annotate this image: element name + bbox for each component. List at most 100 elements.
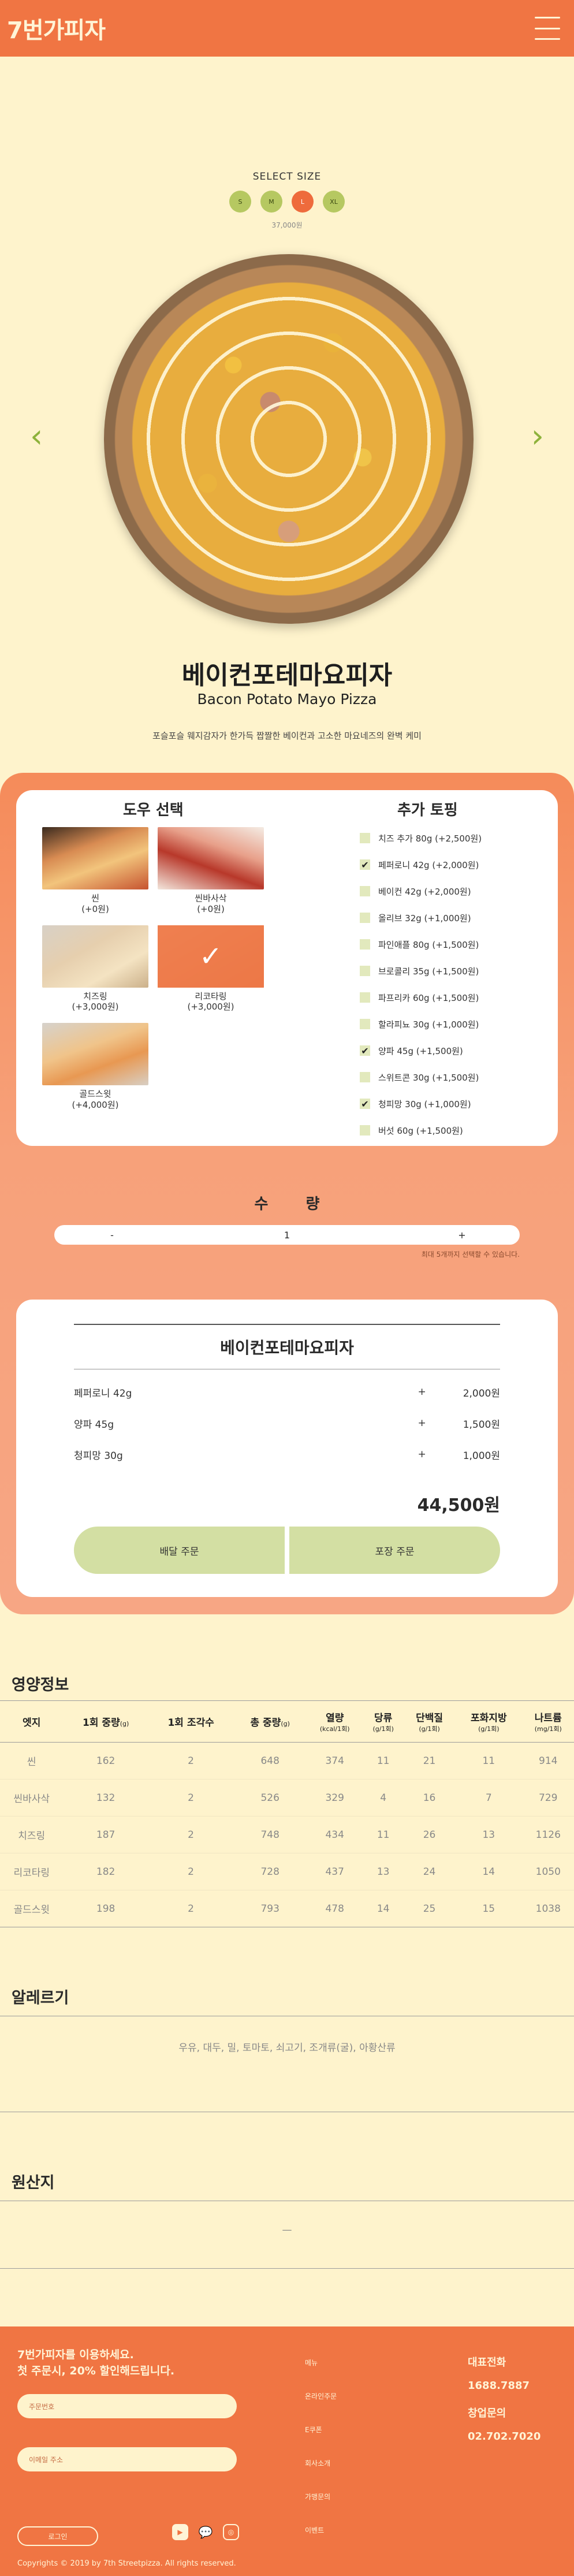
checkbox[interactable] <box>360 833 370 843</box>
topping-item[interactable]: 베이컨 42g (+2,000원) <box>360 878 482 904</box>
topping-item[interactable]: 파프리카 60g (+1,500원) <box>360 984 482 1011</box>
footer-contact: 대표전화 1688.7887 창업문의 02.702.7020 <box>468 2354 541 2456</box>
youtube-icon[interactable]: ▶ <box>172 2524 188 2540</box>
table-cell: 728 <box>233 1853 307 1890</box>
checkbox-checked[interactable]: ✔ <box>360 1099 370 1110</box>
checkbox[interactable] <box>360 1125 370 1136</box>
size-s-button[interactable]: S <box>229 191 251 213</box>
table-cell: 14 <box>455 1853 523 1890</box>
quantity-minus-button[interactable]: - <box>54 1230 170 1241</box>
summary-item-price: 2,000원 <box>463 1387 500 1399</box>
dough-label: 치즈링 <box>83 991 107 1002</box>
plus-sign: + <box>418 1449 426 1460</box>
topping-item[interactable]: ✔ 페퍼로니 42g (+2,000원) <box>360 851 482 878</box>
topping-item[interactable]: 할라피뇨 30g (+1,000원) <box>360 1011 482 1037</box>
contact-title: 대표전화 <box>468 2357 506 2369</box>
quantity-value[interactable]: 1 <box>229 1230 345 1241</box>
footer-link[interactable]: 온라인주문 <box>305 2391 337 2425</box>
quantity-title: 수 량 <box>254 1196 336 1213</box>
summary-row: 페퍼로니 42g + 2,000원 <box>74 1383 500 1401</box>
dough-image <box>158 827 264 889</box>
delivery-order-button[interactable]: 배달 주문 <box>74 1527 285 1574</box>
column-header: 1회 조각수 <box>148 1700 234 1743</box>
topping-item[interactable]: 브로콜리 35g (+1,500원) <box>360 958 482 984</box>
table-row: 씬바사삭 132 2 526 329 4 16 7 729 <box>0 1779 574 1816</box>
takeout-order-button[interactable]: 포장 주문 <box>289 1527 500 1574</box>
topping-item[interactable]: 파인애플 80g (+1,500원) <box>360 931 482 958</box>
topping-label: 브로콜리 35g (+1,500원) <box>378 966 479 977</box>
franchise-phone[interactable]: 02.702.7020 <box>468 2430 541 2456</box>
allergy-text: 우유, 대두, 밀, 토마토, 쇠고기, 조개류(굴), 아황산류 <box>0 2016 574 2112</box>
table-cell: 24 <box>404 1853 456 1890</box>
table-cell: 648 <box>233 1742 307 1780</box>
login-button[interactable]: 로그인 <box>17 2526 98 2546</box>
topping-label: 치즈 추가 80g (+2,500원) <box>378 833 482 844</box>
dough-title: 도우 선택 <box>123 802 184 819</box>
checkbox-checked[interactable]: ✔ <box>360 1045 370 1056</box>
checkbox[interactable] <box>360 913 370 923</box>
chat-icon[interactable]: 💬 <box>197 2524 214 2540</box>
checkbox[interactable] <box>360 966 370 976</box>
dough-label: 리코타링 <box>195 991 227 1002</box>
summary-title: 베이컨포테마요피자 <box>74 1324 500 1369</box>
checkbox[interactable] <box>360 1019 370 1029</box>
dough-option-gold-sweet[interactable]: 골드스윗 (+4,000원) <box>42 1023 148 1111</box>
footer-link[interactable]: E쿠폰 <box>305 2425 337 2458</box>
size-l-button[interactable]: L <box>292 191 314 213</box>
table-row: 치즈링 187 2 748 434 11 26 13 1126 <box>0 1816 574 1853</box>
dough-option-thin-crispy[interactable]: 씬바사삭 (+0원) <box>158 827 264 915</box>
email-input[interactable]: 이메일 주소 <box>17 2447 237 2472</box>
footer-link[interactable]: 메뉴 <box>305 2358 337 2391</box>
table-cell: 793 <box>233 1890 307 1927</box>
footer-link[interactable]: 이벤트 <box>305 2525 337 2559</box>
checkbox[interactable] <box>360 939 370 950</box>
checkbox[interactable] <box>360 886 370 896</box>
table-cell: 182 <box>63 1853 148 1890</box>
dough-price: (+3,000원) <box>187 1002 234 1012</box>
product-name-en: Bacon Potato Mayo Pizza <box>197 691 377 708</box>
dough-price: (+0원) <box>197 903 225 914</box>
order-summary: 베이컨포테마요피자 페퍼로니 42g + 2,000원 양파 45g + 1,5… <box>16 1300 558 1597</box>
quantity-plus-button[interactable]: + <box>404 1230 520 1241</box>
table-cell: 치즈링 <box>0 1816 64 1853</box>
table-cell: 11 <box>363 1816 404 1853</box>
dough-option-thin[interactable]: 씬 (+0원) <box>42 827 148 915</box>
topping-label: 파인애플 80g (+1,500원) <box>378 939 479 950</box>
topping-title: 추가 토핑 <box>397 802 458 819</box>
checkbox-checked[interactable]: ✔ <box>360 859 370 870</box>
footer-link[interactable]: 가맹문의 <box>305 2492 337 2525</box>
table-cell: 15 <box>455 1890 523 1927</box>
table-cell: 437 <box>307 1853 363 1890</box>
checkbox[interactable] <box>360 992 370 1003</box>
topping-item[interactable]: 올리브 32g (+1,000원) <box>360 904 482 931</box>
allergy-title: 알레르기 <box>12 1989 69 2007</box>
topping-item[interactable]: 스위트콘 30g (+1,500원) <box>360 1064 482 1090</box>
topping-label: 파프리카 60g (+1,500원) <box>378 992 479 1003</box>
table-cell: 씬 <box>0 1742 64 1780</box>
chevron-left-icon[interactable]: ‹ <box>30 420 43 453</box>
dough-option-cheese-ring[interactable]: 치즈링 (+3,000원) <box>42 925 148 1013</box>
table-cell: 2 <box>148 1816 234 1853</box>
product-hero: SELECT SIZE S M L XL 37,000원 ‹ › 베이컨포테마요… <box>0 57 574 741</box>
hamburger-icon[interactable] <box>535 17 560 40</box>
checkbox[interactable] <box>360 1072 370 1082</box>
instagram-icon[interactable]: ◎ <box>223 2524 239 2540</box>
topping-item[interactable]: ✔ 양파 45g (+1,500원) <box>360 1037 482 1064</box>
footer-link[interactable]: 회사소개 <box>305 2458 337 2492</box>
summary-item-price: 1,500원 <box>463 1419 500 1431</box>
table-cell: 26 <box>404 1816 456 1853</box>
contact-phone[interactable]: 1688.7887 <box>468 2380 541 2405</box>
site-logo[interactable]: 7번가피자 <box>7 12 106 45</box>
chevron-right-icon[interactable]: › <box>531 420 544 453</box>
topping-item[interactable]: 버섯 60g (+1,500원) <box>360 1117 482 1144</box>
table-cell: 13 <box>455 1816 523 1853</box>
order-number-input[interactable]: 주문번호 <box>17 2394 237 2419</box>
topping-item[interactable]: 치즈 추가 80g (+2,500원) <box>360 825 482 851</box>
summary-item-name: 양파 45g <box>74 1419 114 1431</box>
dough-option-ricotta-ring[interactable]: ✓ 리코타링 (+3,000원) <box>158 925 264 1013</box>
topping-item[interactable]: ✔ 청피망 30g (+1,000원) <box>360 1090 482 1117</box>
social-links: ▶ 💬 ◎ <box>172 2524 239 2540</box>
column-header: 총 중량(g) <box>233 1700 307 1743</box>
size-m-button[interactable]: M <box>260 191 282 213</box>
size-xl-button[interactable]: XL <box>323 191 345 213</box>
